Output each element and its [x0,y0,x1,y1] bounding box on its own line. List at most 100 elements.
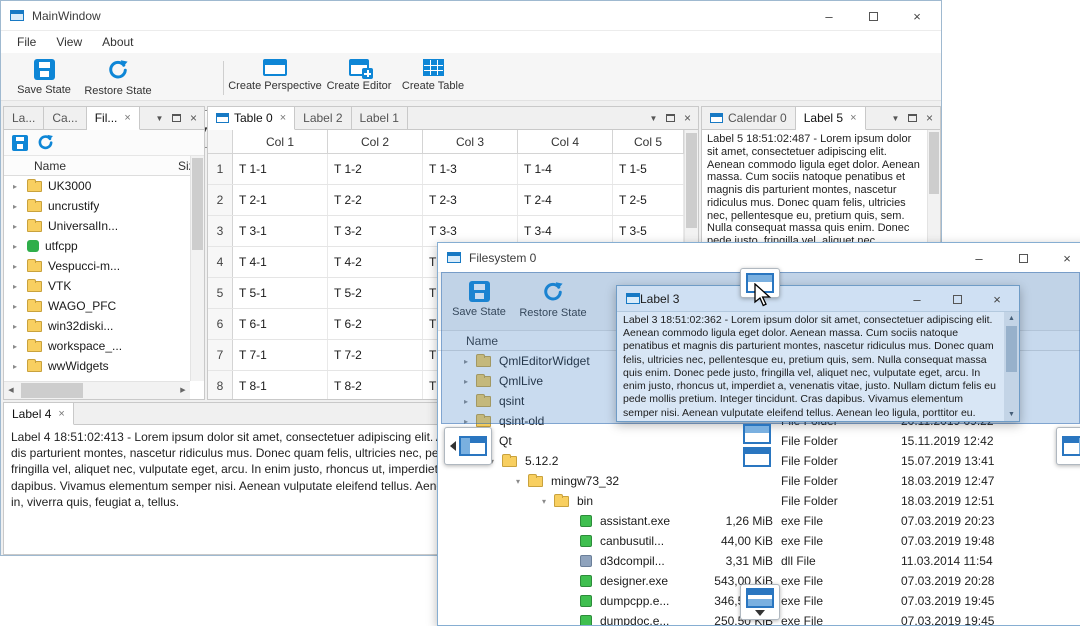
tree-item[interactable]: ▸ uncrustify [4,196,190,216]
fs-tree-row[interactable]: assistant.exe 1,26 MiB exe File 07.03.2019 … [438,511,1080,531]
scroll-up-icon[interactable]: ▲ [1004,312,1019,325]
menu-file[interactable]: File [7,35,46,49]
table-cell[interactable]: T 5-2 [328,278,423,308]
row-number[interactable]: 5 [208,278,233,308]
menu-view[interactable]: View [46,35,92,49]
left-tab[interactable]: La... [4,107,45,129]
scroll-right-icon[interactable]: ▶ [176,382,190,398]
create-perspective-button[interactable]: Create Perspective [225,59,325,92]
undock-icon[interactable] [904,114,921,122]
scroll-left-icon[interactable]: ◀ [4,382,18,398]
create-table-button[interactable]: Create Table [399,59,467,92]
table-cell[interactable]: T 1-1 [233,154,328,184]
left-tab[interactable]: Ca... [44,107,87,129]
main-titlebar[interactable]: MainWindow [1,1,941,31]
tree-item[interactable]: ▸ utfcpp [4,236,190,256]
size-column-header[interactable]: Size [178,159,190,173]
row-number[interactable]: 3 [208,216,233,246]
close-button[interactable]: × [1045,243,1080,273]
name-column-header[interactable]: Name [34,159,66,173]
drop-indicator-right[interactable] [1056,427,1080,465]
drop-indicator-bottom[interactable] [740,584,780,620]
row-number[interactable]: 7 [208,340,233,370]
fs-tree-row[interactable]: ▾ mingw73_32 File Folder 18.03.2019 12:47 [438,471,1080,491]
tab-close-icon[interactable]: × [850,112,856,124]
table-cell[interactable]: T 2-3 [423,185,518,215]
center-tab[interactable]: Table 0 × [208,107,296,130]
row-number[interactable]: 6 [208,309,233,339]
row-number[interactable]: 4 [208,247,233,277]
scrollbar-thumb[interactable] [929,132,939,194]
column-header[interactable]: Col 5 [613,130,684,153]
drop-indicator-left[interactable] [444,427,492,465]
maximize-button[interactable] [1001,243,1045,273]
column-header[interactable]: Col 2 [328,130,423,153]
table-cell[interactable]: T 6-2 [328,309,423,339]
scrollbar-thumb[interactable] [686,133,697,228]
table-cell[interactable]: T 2-1 [233,185,328,215]
tree-item[interactable]: ▸ UK3000 [4,176,190,196]
row-number[interactable]: 2 [208,185,233,215]
tab-menu-chevron-icon[interactable]: ▼ [887,114,904,123]
chevron-right-icon[interactable]: ▸ [9,242,21,251]
scrollbar-thumb[interactable] [1006,326,1017,372]
scrollbar-thumb[interactable] [21,383,83,398]
right-tab[interactable]: Calendar 0 [702,107,796,129]
tab-close-icon[interactable]: × [280,112,286,124]
column-header[interactable]: Col 4 [518,130,613,153]
column-header[interactable]: Col 1 [233,130,328,153]
table-cell[interactable]: T 7-1 [233,340,328,370]
right-tab[interactable]: Label 5 × [795,107,866,130]
table-cell[interactable]: T 3-1 [233,216,328,246]
table-cell[interactable]: T 4-1 [233,247,328,277]
fs-tree-row[interactable]: d3dcompil... 3,31 MiB dll File 11.03.2014 1… [438,551,1080,571]
table-cell[interactable]: T 7-2 [328,340,423,370]
chevron-right-icon[interactable]: ▸ [9,262,21,271]
table-cell[interactable]: T 3-2 [328,216,423,246]
scrollbar-thumb[interactable] [192,158,203,250]
table-cell[interactable]: T 8-2 [328,371,423,399]
left-tab[interactable]: Fil... × [86,107,140,130]
restore-state-icon[interactable] [37,134,54,151]
maximize-button[interactable] [851,1,895,31]
table-cell[interactable]: T 1-4 [518,154,613,184]
menu-about[interactable]: About [92,35,143,49]
chevron-down-icon[interactable]: ▾ [512,477,524,486]
left-vertical-scrollbar[interactable] [190,156,204,381]
tab-menu-chevron-icon[interactable]: ▼ [151,114,168,123]
tree-item[interactable]: ▸ win32diski... [4,316,190,336]
close-dock-icon[interactable]: × [185,111,202,125]
chevron-right-icon[interactable]: ▸ [9,202,21,211]
chevron-right-icon[interactable]: ▸ [9,302,21,311]
chevron-right-icon[interactable]: ▸ [9,322,21,331]
save-state-button[interactable]: Save State [11,59,77,96]
tree-item[interactable]: ▸ VTK [4,276,190,296]
minimize-button[interactable]: – [897,286,937,312]
tab-label4[interactable]: Label 4 × [4,403,74,425]
drop-indicator-area-top[interactable] [743,424,771,444]
table-cell[interactable]: T 5-1 [233,278,328,308]
minimize-button[interactable]: – [957,243,1001,273]
scroll-down-icon[interactable]: ▼ [1004,408,1019,421]
tab-menu-chevron-icon[interactable]: ▼ [645,114,662,123]
table-cell[interactable]: T 8-1 [233,371,328,399]
close-dock-icon[interactable]: × [921,111,938,125]
left-horizontal-scrollbar[interactable]: ◀ ▶ [4,381,190,399]
minimize-button[interactable]: – [807,1,851,31]
row-number[interactable]: 1 [208,154,233,184]
tree-item[interactable]: ▸ UniversalIn... [4,216,190,236]
drop-indicator-area-center[interactable] [743,447,771,467]
table-cell[interactable]: T 2-5 [613,185,684,215]
table-cell[interactable]: T 1-3 [423,154,518,184]
save-state-icon[interactable] [12,134,28,151]
tree-item[interactable]: ▸ Vespucci-m... [4,256,190,276]
tree-item[interactable]: ▸ WAGO_PFC [4,296,190,316]
table-cell[interactable]: T 6-1 [233,309,328,339]
label3-scrollbar[interactable]: ▲ ▼ [1004,312,1019,421]
tree-item[interactable]: ▸ workspace_... [4,336,190,356]
table-cell[interactable]: T 1-2 [328,154,423,184]
undock-icon[interactable] [662,114,679,122]
row-number[interactable]: 8 [208,371,233,399]
chevron-right-icon[interactable]: ▸ [9,182,21,191]
center-tab[interactable]: Label 2 [295,107,352,129]
